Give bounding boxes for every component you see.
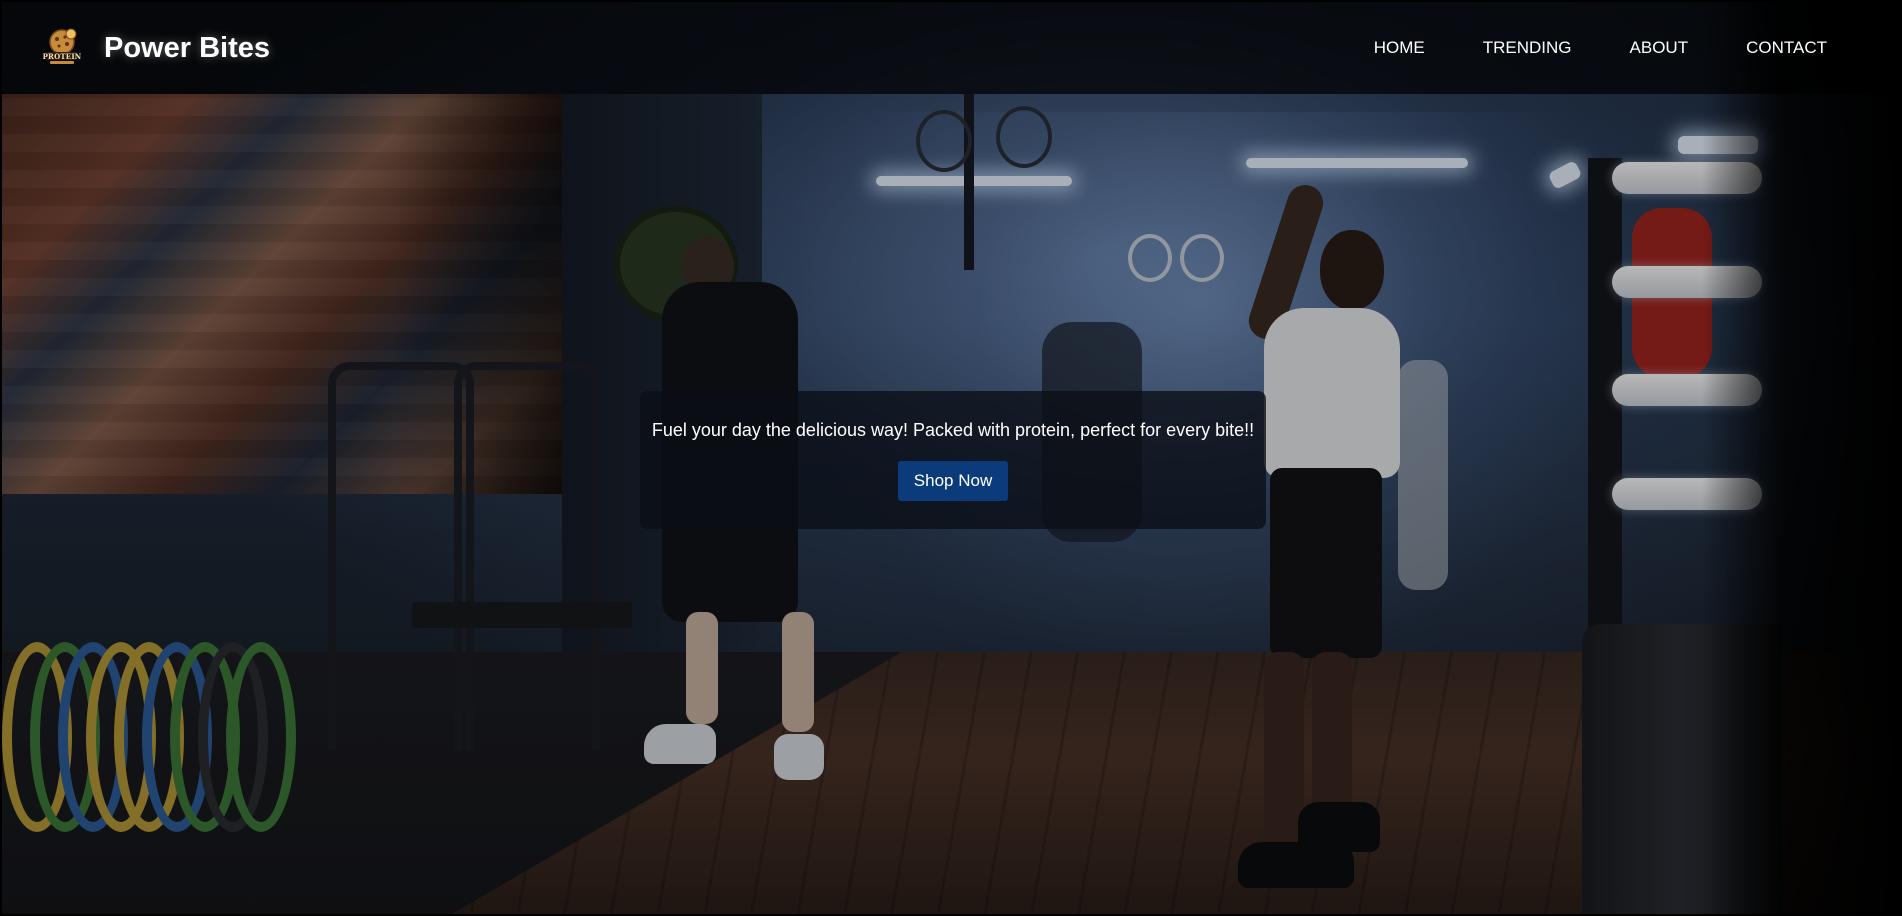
navbar: PROTEIN Power Bites HOME TRENDING ABOUT … <box>2 2 1902 94</box>
nav-link-home[interactable]: HOME <box>1345 30 1454 66</box>
brand-name[interactable]: Power Bites <box>104 32 270 65</box>
shop-now-button[interactable]: Shop Now <box>897 460 1009 501</box>
nav-link-contact[interactable]: CONTACT <box>1717 30 1827 66</box>
nav-link-trending[interactable]: TRENDING <box>1454 30 1601 66</box>
hero-cta-box: Fuel your day the delicious way! Packed … <box>640 391 1266 529</box>
nav-link-about[interactable]: ABOUT <box>1601 30 1718 66</box>
nav-links: HOME TRENDING ABOUT CONTACT <box>1345 30 1827 66</box>
hero-tagline: Fuel your day the delicious way! Packed … <box>651 419 1255 440</box>
logo-text: PROTEIN <box>42 52 82 61</box>
protein-logo-icon[interactable]: PROTEIN <box>42 28 82 68</box>
brand[interactable]: PROTEIN Power Bites <box>42 28 270 68</box>
page: PROTEIN Power Bites HOME TRENDING ABOUT … <box>0 0 1902 916</box>
